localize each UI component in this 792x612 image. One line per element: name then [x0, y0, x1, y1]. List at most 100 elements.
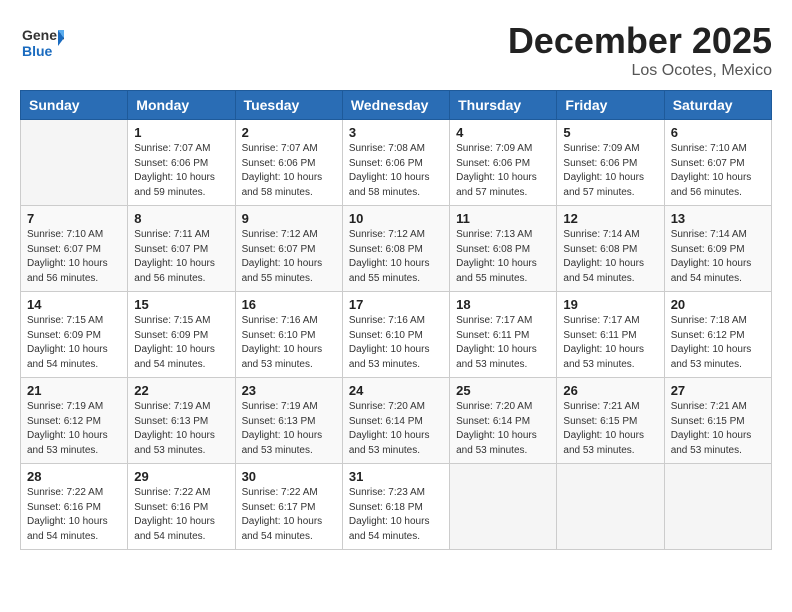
day-number: 11 [456, 211, 550, 226]
weekday-header-tuesday: Tuesday [235, 91, 342, 120]
day-info: Sunrise: 7:16 AM Sunset: 6:10 PM Dayligh… [242, 314, 336, 372]
calendar-day-cell [21, 120, 128, 206]
day-info: Sunrise: 7:09 AM Sunset: 6:06 PM Dayligh… [563, 142, 657, 200]
weekday-header-sunday: Sunday [21, 91, 128, 120]
weekday-header-wednesday: Wednesday [342, 91, 449, 120]
location: Los Ocotes, Mexico [508, 62, 772, 80]
day-info: Sunrise: 7:20 AM Sunset: 6:14 PM Dayligh… [456, 400, 550, 458]
svg-text:General: General [22, 27, 64, 43]
calendar-day-cell: 18 Sunrise: 7:17 AM Sunset: 6:11 PM Dayli… [450, 292, 557, 378]
day-number: 30 [242, 469, 336, 484]
calendar-day-cell: 1Sunrise: 7:07 AM Sunset: 6:06 PM Daylig… [128, 120, 235, 206]
calendar-day-cell: 13 Sunrise: 7:14 AM Sunset: 6:09 PM Dayli… [664, 206, 771, 292]
day-number: 2 [242, 125, 336, 140]
calendar-day-cell: 28 Sunrise: 7:22 AM Sunset: 6:16 PM Dayli… [21, 464, 128, 550]
calendar-day-cell: 3 Sunrise: 7:08 AM Sunset: 6:06 PM Daylig… [342, 120, 449, 206]
day-info: Sunrise: 7:12 AM Sunset: 6:07 PM Dayligh… [242, 228, 336, 286]
day-number: 8 [134, 211, 228, 226]
day-number: 18 [456, 297, 550, 312]
day-number: 12 [563, 211, 657, 226]
day-number: 14 [27, 297, 121, 312]
calendar-day-cell: 11 Sunrise: 7:13 AM Sunset: 6:08 PM Dayli… [450, 206, 557, 292]
day-number: 20 [671, 297, 765, 312]
day-number: 27 [671, 383, 765, 398]
day-number: 25 [456, 383, 550, 398]
logo: General Blue [20, 20, 64, 64]
calendar-day-cell: 2 Sunrise: 7:07 AM Sunset: 6:06 PM Daylig… [235, 120, 342, 206]
day-number: 4 [456, 125, 550, 140]
day-info: Sunrise: 7:12 AM Sunset: 6:08 PM Dayligh… [349, 228, 443, 286]
calendar-week-row: 14 Sunrise: 7:15 AM Sunset: 6:09 PM Dayli… [21, 292, 772, 378]
day-info: Sunrise: 7:19 AM Sunset: 6:12 PM Dayligh… [27, 400, 121, 458]
calendar-day-cell: 25 Sunrise: 7:20 AM Sunset: 6:14 PM Dayli… [450, 378, 557, 464]
calendar-day-cell: 30 Sunrise: 7:22 AM Sunset: 6:17 PM Dayli… [235, 464, 342, 550]
day-number: 1 [134, 125, 228, 140]
day-number: 16 [242, 297, 336, 312]
calendar-day-cell: 31Sunrise: 7:23 AM Sunset: 6:18 PM Dayli… [342, 464, 449, 550]
calendar-week-row: 7 Sunrise: 7:10 AM Sunset: 6:07 PM Daylig… [21, 206, 772, 292]
day-info: Sunrise: 7:08 AM Sunset: 6:06 PM Dayligh… [349, 142, 443, 200]
day-number: 7 [27, 211, 121, 226]
day-number: 21 [27, 383, 121, 398]
calendar-week-row: 28 Sunrise: 7:22 AM Sunset: 6:16 PM Dayli… [21, 464, 772, 550]
calendar-day-cell: 29Sunrise: 7:22 AM Sunset: 6:16 PM Dayli… [128, 464, 235, 550]
calendar-day-cell [664, 464, 771, 550]
calendar-day-cell [557, 464, 664, 550]
day-info: Sunrise: 7:22 AM Sunset: 6:16 PM Dayligh… [134, 486, 228, 544]
calendar-day-cell [450, 464, 557, 550]
day-number: 13 [671, 211, 765, 226]
day-info: Sunrise: 7:22 AM Sunset: 6:17 PM Dayligh… [242, 486, 336, 544]
day-number: 6 [671, 125, 765, 140]
calendar-week-row: 1 Sunrise: 7:07 AM Sunset: 6:06 PM Daylig… [21, 120, 772, 206]
day-number: 15 [134, 297, 228, 312]
calendar-day-cell: 6 Sunrise: 7:10 AM Sunset: 6:07 PM Daylig… [664, 120, 771, 206]
day-info: Sunrise: 7:11 AM Sunset: 6:07 PM Dayligh… [134, 228, 228, 286]
day-info: Sunrise: 7:15 AM Sunset: 6:09 PM Dayligh… [27, 314, 121, 372]
day-info: Sunrise: 7:10 AM Sunset: 6:07 PM Dayligh… [27, 228, 121, 286]
day-number: 28 [27, 469, 121, 484]
day-info: Sunrise: 7:23 AM Sunset: 6:18 PM Dayligh… [349, 486, 443, 544]
day-info: Sunrise: 7:10 AM Sunset: 6:07 PM Dayligh… [671, 142, 765, 200]
day-info: Sunrise: 7:17 AM Sunset: 6:11 PM Dayligh… [563, 314, 657, 372]
calendar-day-cell: 8 Sunrise: 7:11 AM Sunset: 6:07 PM Daylig… [128, 206, 235, 292]
weekday-header-thursday: Thursday [450, 91, 557, 120]
day-number: 22 [134, 383, 228, 398]
day-info: Sunrise: 7:14 AM Sunset: 6:08 PM Dayligh… [563, 228, 657, 286]
day-info: Sunrise: 7:20 AM Sunset: 6:14 PM Dayligh… [349, 400, 443, 458]
day-info: Sunrise: 7:22 AM Sunset: 6:16 PM Dayligh… [27, 486, 121, 544]
day-number: 23 [242, 383, 336, 398]
calendar-table: SundayMondayTuesdayWednesdayThursdayFrid… [20, 90, 772, 550]
logo-icon: General Blue [20, 20, 64, 64]
day-number: 26 [563, 383, 657, 398]
weekday-header-friday: Friday [557, 91, 664, 120]
day-number: 10 [349, 211, 443, 226]
day-info: Sunrise: 7:17 AM Sunset: 6:11 PM Dayligh… [456, 314, 550, 372]
month-title: December 2025 [508, 20, 772, 62]
calendar-day-cell: 5Sunrise: 7:09 AM Sunset: 6:06 PM Daylig… [557, 120, 664, 206]
day-info: Sunrise: 7:21 AM Sunset: 6:15 PM Dayligh… [563, 400, 657, 458]
calendar-day-cell: 4Sunrise: 7:09 AM Sunset: 6:06 PM Daylig… [450, 120, 557, 206]
calendar-day-cell: 12 Sunrise: 7:14 AM Sunset: 6:08 PM Dayli… [557, 206, 664, 292]
day-number: 3 [349, 125, 443, 140]
day-info: Sunrise: 7:16 AM Sunset: 6:10 PM Dayligh… [349, 314, 443, 372]
calendar-day-cell: 15 Sunrise: 7:15 AM Sunset: 6:09 PM Dayli… [128, 292, 235, 378]
calendar-day-cell: 22Sunrise: 7:19 AM Sunset: 6:13 PM Dayli… [128, 378, 235, 464]
day-info: Sunrise: 7:14 AM Sunset: 6:09 PM Dayligh… [671, 228, 765, 286]
weekday-header-monday: Monday [128, 91, 235, 120]
calendar-day-cell: 19 Sunrise: 7:17 AM Sunset: 6:11 PM Dayli… [557, 292, 664, 378]
calendar-day-cell: 14 Sunrise: 7:15 AM Sunset: 6:09 PM Dayli… [21, 292, 128, 378]
title-area: December 2025 Los Ocotes, Mexico [508, 20, 772, 80]
day-info: Sunrise: 7:18 AM Sunset: 6:12 PM Dayligh… [671, 314, 765, 372]
day-info: Sunrise: 7:13 AM Sunset: 6:08 PM Dayligh… [456, 228, 550, 286]
day-info: Sunrise: 7:19 AM Sunset: 6:13 PM Dayligh… [242, 400, 336, 458]
weekday-header-row: SundayMondayTuesdayWednesdayThursdayFrid… [21, 91, 772, 120]
calendar-day-cell: 21 Sunrise: 7:19 AM Sunset: 6:12 PM Dayli… [21, 378, 128, 464]
calendar-day-cell: 10 Sunrise: 7:12 AM Sunset: 6:08 PM Dayli… [342, 206, 449, 292]
calendar-day-cell: 26 Sunrise: 7:21 AM Sunset: 6:15 PM Dayli… [557, 378, 664, 464]
calendar-day-cell: 9Sunrise: 7:12 AM Sunset: 6:07 PM Daylig… [235, 206, 342, 292]
day-info: Sunrise: 7:21 AM Sunset: 6:15 PM Dayligh… [671, 400, 765, 458]
day-info: Sunrise: 7:07 AM Sunset: 6:06 PM Dayligh… [242, 142, 336, 200]
day-number: 19 [563, 297, 657, 312]
calendar-day-cell: 24Sunrise: 7:20 AM Sunset: 6:14 PM Dayli… [342, 378, 449, 464]
day-info: Sunrise: 7:15 AM Sunset: 6:09 PM Dayligh… [134, 314, 228, 372]
